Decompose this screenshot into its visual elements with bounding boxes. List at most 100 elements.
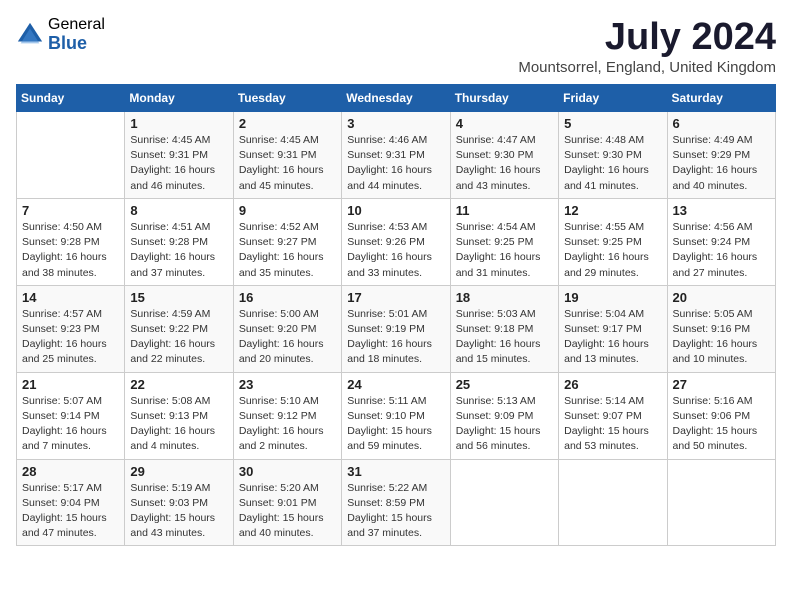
day-info: Sunrise: 5:19 AMSunset: 9:03 PMDaylight:…	[130, 481, 227, 542]
day-info: Sunrise: 5:20 AMSunset: 9:01 PMDaylight:…	[239, 481, 336, 542]
calendar-cell: 19 Sunrise: 5:04 AMSunset: 9:17 PMDayligh…	[559, 285, 667, 372]
logo: General Blue	[16, 16, 105, 53]
day-info: Sunrise: 5:04 AMSunset: 9:17 PMDaylight:…	[564, 307, 661, 368]
day-info: Sunrise: 5:14 AMSunset: 9:07 PMDaylight:…	[564, 394, 661, 455]
day-info: Sunrise: 5:17 AMSunset: 9:04 PMDaylight:…	[22, 481, 119, 542]
calendar-cell: 20 Sunrise: 5:05 AMSunset: 9:16 PMDayligh…	[667, 285, 775, 372]
day-number: 21	[22, 377, 119, 392]
day-number: 9	[239, 203, 336, 218]
day-number: 28	[22, 464, 119, 479]
day-info: Sunrise: 4:52 AMSunset: 9:27 PMDaylight:…	[239, 220, 336, 281]
week-row-3: 14 Sunrise: 4:57 AMSunset: 9:23 PMDayligh…	[17, 285, 776, 372]
day-number: 31	[347, 464, 444, 479]
day-info: Sunrise: 5:22 AMSunset: 8:59 PMDaylight:…	[347, 481, 444, 542]
calendar-cell	[17, 112, 125, 199]
calendar-table: SundayMondayTuesdayWednesdayThursdayFrid…	[16, 84, 776, 546]
day-number: 29	[130, 464, 227, 479]
title-block: July 2024 Mountsorrel, England, United K…	[518, 16, 776, 76]
day-number: 24	[347, 377, 444, 392]
day-number: 20	[673, 290, 770, 305]
calendar-cell: 4Sunrise: 4:47 AMSunset: 9:30 PMDaylight…	[450, 112, 558, 199]
day-number: 3	[347, 116, 444, 131]
logo-general: General	[48, 16, 105, 34]
week-row-5: 28 Sunrise: 5:17 AMSunset: 9:04 PMDayligh…	[17, 459, 776, 546]
calendar-cell: 28 Sunrise: 5:17 AMSunset: 9:04 PMDayligh…	[17, 459, 125, 546]
calendar-cell: 5 Sunrise: 4:48 AMSunset: 9:30 PMDaylight…	[559, 112, 667, 199]
calendar-cell: 16 Sunrise: 5:00 AMSunset: 9:20 PMDayligh…	[233, 285, 341, 372]
day-number: 1	[130, 116, 227, 131]
day-info: Sunrise: 5:01 AMSunset: 9:19 PMDaylight:…	[347, 307, 444, 368]
calendar-cell: 25Sunrise: 5:13 AMSunset: 9:09 PMDayligh…	[450, 372, 558, 459]
calendar-cell: 17 Sunrise: 5:01 AMSunset: 9:19 PMDayligh…	[342, 285, 450, 372]
column-header-sunday: Sunday	[17, 85, 125, 112]
day-info: Sunrise: 4:55 AMSunset: 9:25 PMDaylight:…	[564, 220, 661, 281]
day-info: Sunrise: 5:07 AMSunset: 9:14 PMDaylight:…	[22, 394, 119, 455]
day-number: 5	[564, 116, 661, 131]
calendar-cell: 1 Sunrise: 4:45 AMSunset: 9:31 PMDaylight…	[125, 112, 233, 199]
calendar-header-row: SundayMondayTuesdayWednesdayThursdayFrid…	[17, 85, 776, 112]
day-number: 23	[239, 377, 336, 392]
day-number: 10	[347, 203, 444, 218]
column-header-tuesday: Tuesday	[233, 85, 341, 112]
calendar-cell	[667, 459, 775, 546]
column-header-wednesday: Wednesday	[342, 85, 450, 112]
day-info: Sunrise: 4:51 AMSunset: 9:28 PMDaylight:…	[130, 220, 227, 281]
column-header-thursday: Thursday	[450, 85, 558, 112]
day-info: Sunrise: 4:46 AMSunset: 9:31 PMDaylight:…	[347, 133, 444, 194]
calendar-cell: 6Sunrise: 4:49 AMSunset: 9:29 PMDaylight…	[667, 112, 775, 199]
day-info: Sunrise: 4:45 AMSunset: 9:31 PMDaylight:…	[130, 133, 227, 194]
day-info: Sunrise: 5:11 AMSunset: 9:10 PMDaylight:…	[347, 394, 444, 455]
calendar-cell: 24 Sunrise: 5:11 AMSunset: 9:10 PMDayligh…	[342, 372, 450, 459]
day-info: Sunrise: 4:57 AMSunset: 9:23 PMDaylight:…	[22, 307, 119, 368]
calendar-cell: 7Sunrise: 4:50 AMSunset: 9:28 PMDaylight…	[17, 198, 125, 285]
day-info: Sunrise: 5:16 AMSunset: 9:06 PMDaylight:…	[673, 394, 770, 455]
logo-text: General Blue	[48, 16, 105, 53]
day-info: Sunrise: 5:08 AMSunset: 9:13 PMDaylight:…	[130, 394, 227, 455]
calendar-cell: 21 Sunrise: 5:07 AMSunset: 9:14 PMDayligh…	[17, 372, 125, 459]
day-info: Sunrise: 4:49 AMSunset: 9:29 PMDaylight:…	[673, 133, 770, 194]
day-number: 19	[564, 290, 661, 305]
day-info: Sunrise: 4:54 AMSunset: 9:25 PMDaylight:…	[456, 220, 553, 281]
calendar-cell: 9 Sunrise: 4:52 AMSunset: 9:27 PMDaylight…	[233, 198, 341, 285]
day-number: 2	[239, 116, 336, 131]
day-info: Sunrise: 5:10 AMSunset: 9:12 PMDaylight:…	[239, 394, 336, 455]
day-number: 11	[456, 203, 553, 218]
day-number: 4	[456, 116, 553, 131]
column-header-monday: Monday	[125, 85, 233, 112]
day-number: 17	[347, 290, 444, 305]
column-header-saturday: Saturday	[667, 85, 775, 112]
calendar-cell: 30Sunrise: 5:20 AMSunset: 9:01 PMDayligh…	[233, 459, 341, 546]
calendar-cell	[559, 459, 667, 546]
calendar-cell: 14 Sunrise: 4:57 AMSunset: 9:23 PMDayligh…	[17, 285, 125, 372]
day-info: Sunrise: 4:53 AMSunset: 9:26 PMDaylight:…	[347, 220, 444, 281]
day-number: 16	[239, 290, 336, 305]
day-info: Sunrise: 4:59 AMSunset: 9:22 PMDaylight:…	[130, 307, 227, 368]
calendar-cell	[450, 459, 558, 546]
day-info: Sunrise: 4:48 AMSunset: 9:30 PMDaylight:…	[564, 133, 661, 194]
calendar-cell: 11 Sunrise: 4:54 AMSunset: 9:25 PMDayligh…	[450, 198, 558, 285]
calendar-cell: 26 Sunrise: 5:14 AMSunset: 9:07 PMDayligh…	[559, 372, 667, 459]
day-info: Sunrise: 5:00 AMSunset: 9:20 PMDaylight:…	[239, 307, 336, 368]
calendar-cell: 27 Sunrise: 5:16 AMSunset: 9:06 PMDayligh…	[667, 372, 775, 459]
logo-blue: Blue	[48, 34, 105, 54]
day-info: Sunrise: 5:05 AMSunset: 9:16 PMDaylight:…	[673, 307, 770, 368]
day-number: 15	[130, 290, 227, 305]
calendar-cell: 10 Sunrise: 4:53 AMSunset: 9:26 PMDayligh…	[342, 198, 450, 285]
calendar-cell: 8 Sunrise: 4:51 AMSunset: 9:28 PMDaylight…	[125, 198, 233, 285]
location-subtitle: Mountsorrel, England, United Kingdom	[518, 59, 776, 76]
day-number: 27	[673, 377, 770, 392]
day-info: Sunrise: 4:56 AMSunset: 9:24 PMDaylight:…	[673, 220, 770, 281]
week-row-4: 21 Sunrise: 5:07 AMSunset: 9:14 PMDayligh…	[17, 372, 776, 459]
day-number: 22	[130, 377, 227, 392]
week-row-2: 7Sunrise: 4:50 AMSunset: 9:28 PMDaylight…	[17, 198, 776, 285]
calendar-cell: 15 Sunrise: 4:59 AMSunset: 9:22 PMDayligh…	[125, 285, 233, 372]
logo-icon	[16, 21, 44, 49]
month-title: July 2024	[518, 16, 776, 59]
day-number: 14	[22, 290, 119, 305]
day-number: 8	[130, 203, 227, 218]
calendar-cell: 23 Sunrise: 5:10 AMSunset: 9:12 PMDayligh…	[233, 372, 341, 459]
day-number: 26	[564, 377, 661, 392]
page-header: General Blue July 2024 Mountsorrel, Engl…	[16, 16, 776, 76]
day-number: 13	[673, 203, 770, 218]
week-row-1: 1 Sunrise: 4:45 AMSunset: 9:31 PMDaylight…	[17, 112, 776, 199]
